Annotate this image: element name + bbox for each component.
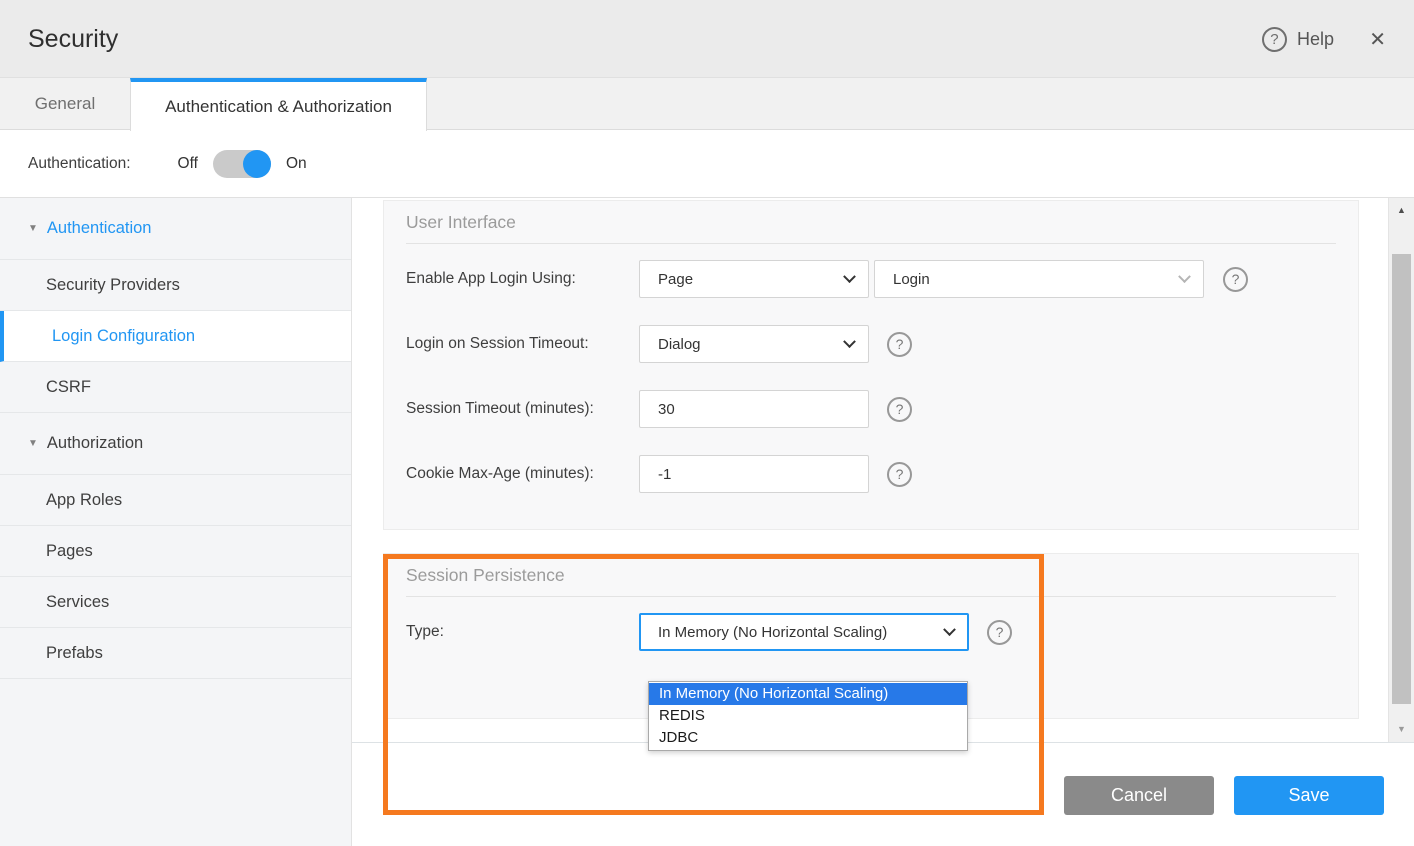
session-persistence-help-icon[interactable]: ? <box>987 620 1012 645</box>
enable-app-login-type-select[interactable]: Page <box>639 260 869 298</box>
session-persistence-title: Session Persistence <box>406 554 1336 597</box>
cancel-button[interactable]: Cancel <box>1064 776 1214 815</box>
scroll-down-arrow-icon[interactable]: ▼ <box>1389 724 1414 734</box>
login-session-timeout-row: Login on Session Timeout: Dialog ? <box>406 325 1336 363</box>
session-persistence-type-select[interactable]: In Memory (No Horizontal Scaling) <box>639 613 969 651</box>
enable-app-login-help-icon[interactable]: ? <box>1223 267 1248 292</box>
toggle-on-label: On <box>286 155 307 173</box>
login-session-timeout-help-icon[interactable]: ? <box>887 332 912 357</box>
session-timeout-label: Session Timeout (minutes): <box>406 400 639 418</box>
type-label: Type: <box>406 623 639 641</box>
chevron-down-icon <box>843 270 856 283</box>
chevron-down-icon <box>843 335 856 348</box>
session-timeout-help-icon[interactable]: ? <box>887 397 912 422</box>
enable-app-login-label: Enable App Login Using: <box>406 270 639 288</box>
expander-triangle-icon: ▼ <box>28 223 38 234</box>
help-button[interactable]: ? Help <box>1262 0 1334 78</box>
sidebar-item-prefabs[interactable]: Prefabs <box>0 628 351 679</box>
cookie-max-age-label: Cookie Max-Age (minutes): <box>406 465 639 483</box>
sidebar-item-security-providers[interactable]: Security Providers <box>0 260 351 311</box>
security-dialog: Security ? Help ✕ General Authentication… <box>0 0 1414 846</box>
session-persistence-type-row: Type: In Memory (No Horizontal Scaling) … <box>406 613 1336 651</box>
help-label: Help <box>1297 29 1334 50</box>
sidebar-item-services[interactable]: Services <box>0 577 351 628</box>
help-question-icon: ? <box>1262 27 1287 52</box>
dropdown-option-jdbc[interactable]: JDBC <box>649 727 967 749</box>
cookie-max-age-help-icon[interactable]: ? <box>887 462 912 487</box>
save-button[interactable]: Save <box>1234 776 1384 815</box>
chevron-down-icon <box>943 623 956 636</box>
sidebar-item-login-configuration[interactable]: Login Configuration <box>0 311 351 362</box>
footer: Cancel Save <box>352 742 1414 846</box>
tab-bar: General Authentication & Authorization <box>0 78 1414 130</box>
login-page-select[interactable]: Login <box>874 260 1204 298</box>
sidebar-item-app-roles[interactable]: App Roles <box>0 475 351 526</box>
sidebar-item-csrf[interactable]: CSRF <box>0 362 351 413</box>
scroll-up-arrow-icon[interactable]: ▲ <box>1389 205 1414 215</box>
close-icon[interactable]: ✕ <box>1369 0 1386 78</box>
main-content: User Interface Enable App Login Using: P… <box>352 198 1388 742</box>
vertical-scrollbar[interactable]: ▲ ▼ <box>1388 198 1414 742</box>
scrollbar-thumb[interactable] <box>1392 254 1411 704</box>
sidebar-section-authentication[interactable]: ▼ Authentication <box>0 198 351 260</box>
user-interface-title: User Interface <box>406 201 1336 244</box>
user-interface-panel: User Interface Enable App Login Using: P… <box>383 200 1359 530</box>
type-select-dropdown-list: In Memory (No Horizontal Scaling) REDIS … <box>648 681 968 751</box>
cookie-max-age-input[interactable] <box>639 455 869 493</box>
switch-knob <box>243 150 271 178</box>
session-timeout-input[interactable] <box>639 390 869 428</box>
dropdown-option-redis[interactable]: REDIS <box>649 705 967 727</box>
toggle-off-label: Off <box>178 155 198 173</box>
cookie-max-age-row: Cookie Max-Age (minutes): ? <box>406 455 1336 493</box>
sidebar-section-authorization[interactable]: ▼ Authorization <box>0 413 351 475</box>
expander-triangle-icon: ▼ <box>28 438 38 449</box>
login-session-timeout-label: Login on Session Timeout: <box>406 335 639 353</box>
tab-authentication-authorization[interactable]: Authentication & Authorization <box>130 78 427 131</box>
sidebar-item-pages[interactable]: Pages <box>0 526 351 577</box>
session-timeout-row: Session Timeout (minutes): ? <box>406 390 1336 428</box>
login-session-timeout-select[interactable]: Dialog <box>639 325 869 363</box>
titlebar: Security ? Help ✕ <box>0 0 1414 78</box>
authentication-switch[interactable] <box>213 150 271 178</box>
authentication-label: Authentication: <box>28 155 131 173</box>
enable-app-login-row: Enable App Login Using: Page Login ? <box>406 260 1336 298</box>
sidebar: ▼ Authentication Security Providers Logi… <box>0 198 352 846</box>
page-title: Security <box>28 0 118 78</box>
authentication-toggle-row: Authentication: Off On <box>0 130 1414 198</box>
dropdown-option-in-memory[interactable]: In Memory (No Horizontal Scaling) <box>649 683 967 705</box>
tab-general[interactable]: General <box>0 78 130 130</box>
chevron-down-icon <box>1178 270 1191 283</box>
